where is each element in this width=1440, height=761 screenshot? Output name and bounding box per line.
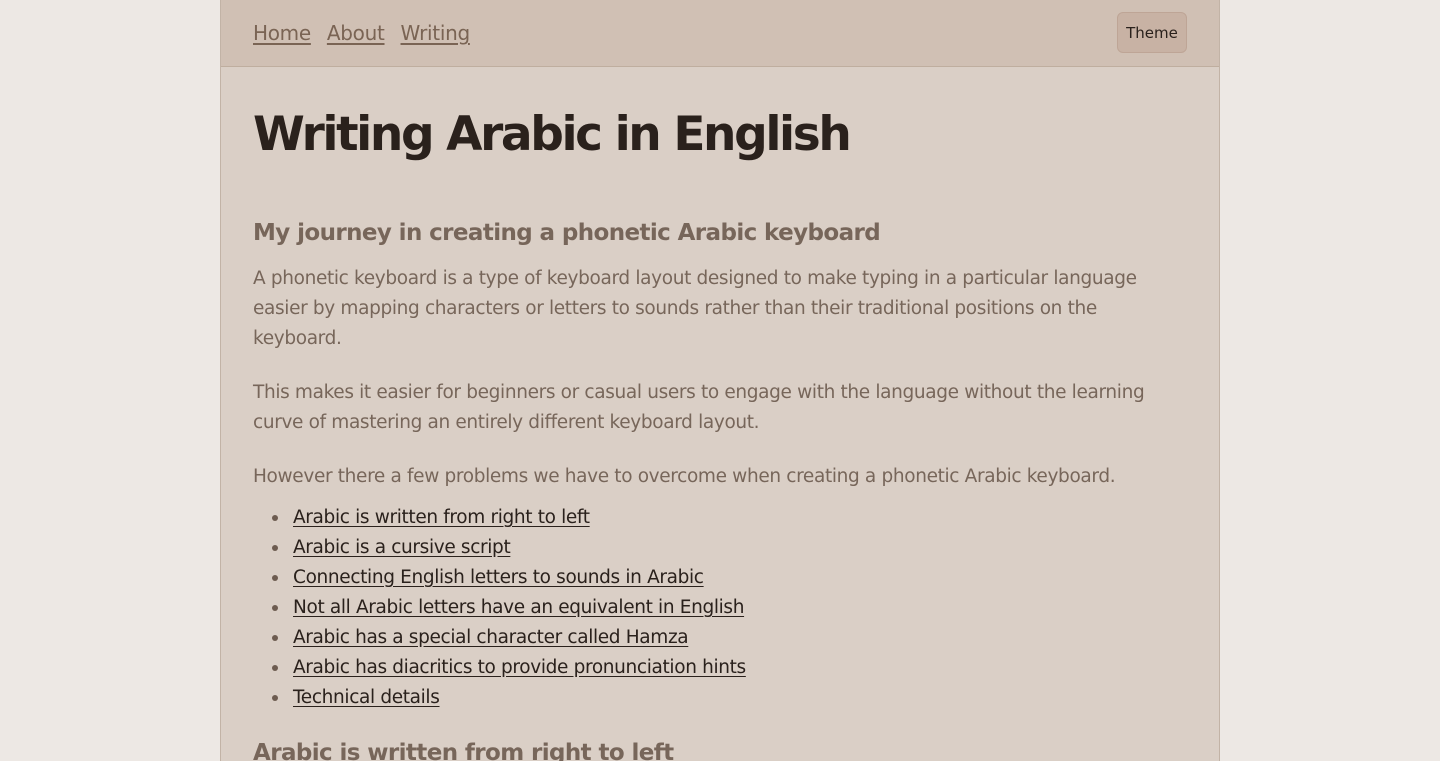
- site-header: Home About Writing Theme: [221, 0, 1219, 67]
- toc-item: Arabic is written from right to left: [272, 503, 746, 533]
- toc-item: Arabic is a cursive script: [272, 533, 746, 563]
- toc-link-no-equivalent[interactable]: Not all Arabic letters have an equivalen…: [293, 597, 744, 618]
- toc-link-technical-details[interactable]: Technical details: [293, 687, 440, 708]
- theme-button[interactable]: Theme: [1117, 12, 1187, 53]
- bullet-icon: [272, 695, 278, 701]
- toc-link-right-to-left[interactable]: Arabic is written from right to left: [293, 507, 590, 528]
- bullet-icon: [272, 635, 278, 641]
- main-nav: Home About Writing: [253, 20, 470, 46]
- intro-paragraph-1: A phonetic keyboard is a type of keyboar…: [253, 268, 1137, 349]
- bullet-icon: [272, 605, 278, 611]
- toc-item: Connecting English letters to sounds in …: [272, 563, 746, 593]
- section-heading-right-to-left: Arabic is written from right to left: [253, 740, 674, 761]
- nav-link-home[interactable]: Home: [253, 20, 311, 46]
- bullet-icon: [272, 515, 278, 521]
- toc-item: Arabic has diacritics to provide pronunc…: [272, 653, 746, 683]
- toc-link-hamza[interactable]: Arabic has a special character called Ha…: [293, 627, 689, 648]
- toc-item: Arabic has a special character called Ha…: [272, 623, 746, 653]
- article-subtitle: My journey in creating a phonetic Arabic…: [253, 220, 881, 246]
- page-title: Writing Arabic in English: [253, 107, 852, 162]
- page-container: Home About Writing Theme Writing Arabic …: [220, 0, 1220, 761]
- toc-link-cursive-script[interactable]: Arabic is a cursive script: [293, 537, 511, 558]
- toc-item: Not all Arabic letters have an equivalen…: [272, 593, 746, 623]
- bullet-icon: [272, 665, 278, 671]
- nav-link-about[interactable]: About: [327, 20, 385, 46]
- intro-paragraph-2: This makes it easier for beginners or ca…: [253, 382, 1145, 433]
- intro-paragraph-3: However there a few problems we have to …: [253, 466, 1116, 487]
- toc-item: Technical details: [272, 683, 746, 713]
- toc-link-connecting-letters[interactable]: Connecting English letters to sounds in …: [293, 567, 704, 588]
- table-of-contents: Arabic is written from right to left Ara…: [253, 503, 746, 713]
- nav-link-writing[interactable]: Writing: [401, 20, 471, 46]
- bullet-icon: [272, 575, 278, 581]
- bullet-icon: [272, 545, 278, 551]
- toc-link-diacritics[interactable]: Arabic has diacritics to provide pronunc…: [293, 657, 746, 678]
